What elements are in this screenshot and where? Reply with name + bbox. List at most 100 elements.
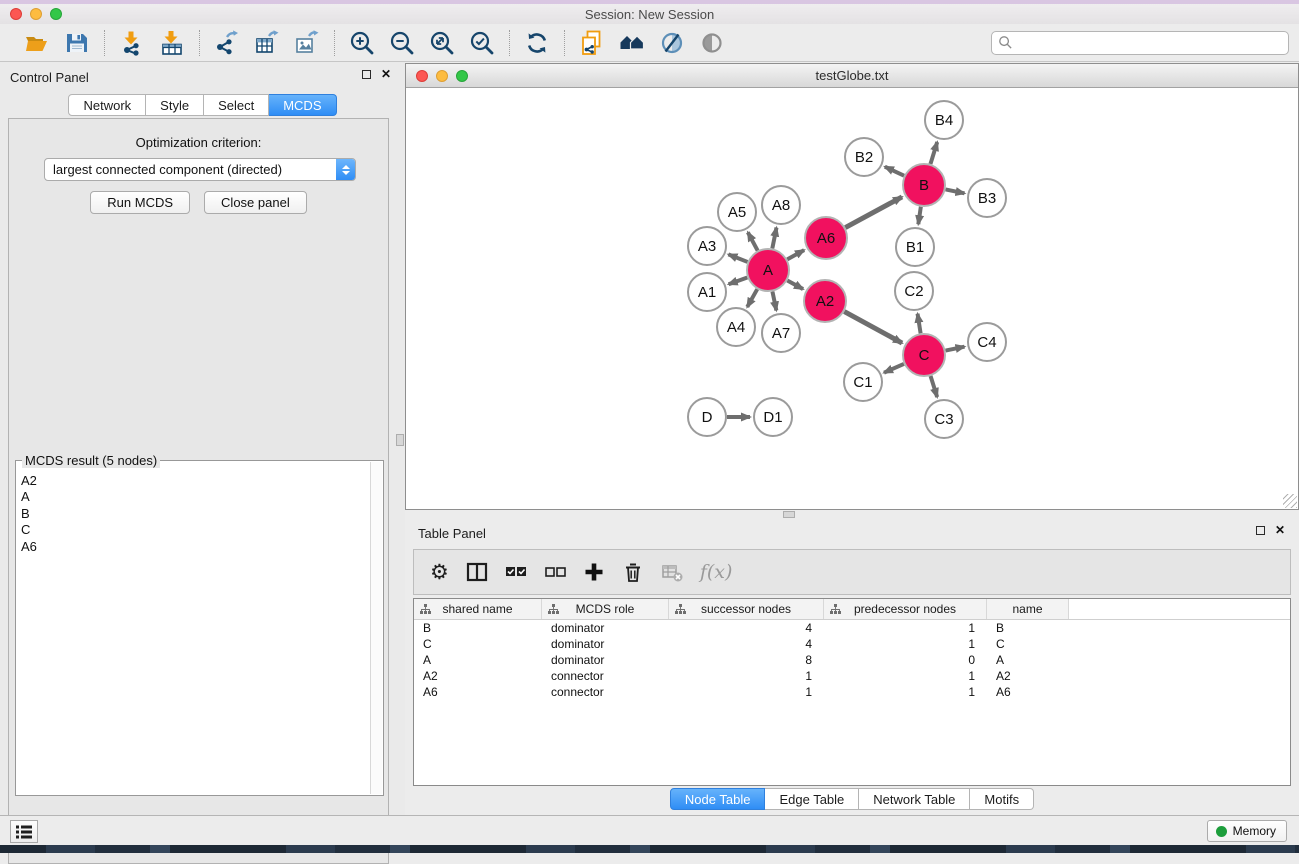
eye-button[interactable] xyxy=(697,28,727,58)
run-mcds-button[interactable]: Run MCDS xyxy=(90,191,190,214)
zoom-selected-button[interactable] xyxy=(467,28,497,58)
edge-A6-B[interactable] xyxy=(845,197,902,228)
edge-C-C1[interactable] xyxy=(884,364,904,373)
refresh-button[interactable] xyxy=(522,28,552,58)
node-C[interactable]: C xyxy=(903,334,945,376)
tab-select[interactable]: Select xyxy=(204,94,269,116)
edge-A2-C[interactable] xyxy=(844,312,902,343)
select-all-button[interactable] xyxy=(505,557,527,587)
toggle-columns-button[interactable] xyxy=(466,557,488,587)
tab-network[interactable]: Network xyxy=(68,94,146,116)
close-panel-button[interactable]: Close panel xyxy=(204,191,307,214)
edge-A-A6[interactable] xyxy=(787,250,804,259)
edge-C-C4[interactable] xyxy=(946,347,965,351)
node-A1[interactable]: A1 xyxy=(688,273,726,311)
result-scrollbar[interactable] xyxy=(370,462,382,794)
tab-style[interactable]: Style xyxy=(146,94,204,116)
edge-A-A5[interactable] xyxy=(748,232,758,250)
result-list-item[interactable]: A xyxy=(18,489,369,505)
float-table-panel-icon[interactable] xyxy=(1256,526,1265,535)
add-row-button[interactable] xyxy=(583,557,605,587)
node-A4[interactable]: A4 xyxy=(717,308,755,346)
node-A3[interactable]: A3 xyxy=(688,227,726,265)
node-D1[interactable]: D1 xyxy=(754,398,792,436)
close-panel-icon[interactable]: ✕ xyxy=(381,70,391,79)
export-network-button[interactable] xyxy=(212,28,242,58)
node-B4[interactable]: B4 xyxy=(925,101,963,139)
show-panels-button[interactable] xyxy=(10,820,38,843)
export-image-button[interactable] xyxy=(292,28,322,58)
column-header-successor-nodes[interactable]: successor nodes xyxy=(669,599,824,619)
node-C4[interactable]: C4 xyxy=(968,323,1006,361)
result-list-item[interactable]: B xyxy=(18,506,369,522)
node-B[interactable]: B xyxy=(903,164,945,206)
delete-row-button[interactable] xyxy=(622,557,644,587)
import-network-button[interactable] xyxy=(117,28,147,58)
node-D[interactable]: D xyxy=(688,398,726,436)
node-A7[interactable]: A7 xyxy=(762,314,800,352)
node-C3[interactable]: C3 xyxy=(925,400,963,438)
tab-edge-table[interactable]: Edge Table xyxy=(765,788,859,810)
column-header-shared-name[interactable]: shared name xyxy=(414,599,542,619)
edge-A-A4[interactable] xyxy=(747,289,757,307)
edge-A-A1[interactable] xyxy=(729,277,748,284)
node-B1[interactable]: B1 xyxy=(896,228,934,266)
memory-button[interactable]: Memory xyxy=(1207,820,1287,842)
tab-node-table[interactable]: Node Table xyxy=(670,788,766,810)
toggle-visibility-button[interactable] xyxy=(657,28,687,58)
column-header-name[interactable]: name xyxy=(987,599,1069,619)
edge-B-B1[interactable] xyxy=(918,207,921,224)
result-list-item[interactable]: A2 xyxy=(18,473,369,489)
column-header-predecessor-nodes[interactable]: predecessor nodes xyxy=(824,599,987,619)
settings-button[interactable]: ⚙ xyxy=(430,557,449,587)
horizontal-splitter-handle[interactable] xyxy=(783,511,795,518)
edge-C-C2[interactable] xyxy=(918,314,921,334)
deselect-all-button[interactable] xyxy=(544,557,566,587)
node-A2[interactable]: A2 xyxy=(804,280,846,322)
criterion-dropdown[interactable]: largest connected component (directed) xyxy=(44,158,356,181)
table-row[interactable]: Cdominator41C xyxy=(414,636,1290,652)
network-canvas[interactable]: A A1 A2 A3 A4 A5 A6 A7 A8 B B1 B2 B3 B4 C C1 C2 C3 C4 D D1 xyxy=(406,88,1298,509)
table-row[interactable]: A6connector11A6 xyxy=(414,684,1290,700)
node-A8[interactable]: A8 xyxy=(762,186,800,224)
zoom-out-button[interactable] xyxy=(387,28,417,58)
edge-B-B4[interactable] xyxy=(930,142,937,164)
edge-C-C3[interactable] xyxy=(931,376,938,397)
function-builder-button[interactable]: f(x) xyxy=(700,557,733,587)
import-table-button[interactable] xyxy=(157,28,187,58)
window-resize-grip[interactable] xyxy=(1283,494,1297,508)
search-input[interactable] xyxy=(991,31,1289,55)
open-file-button[interactable] xyxy=(22,28,52,58)
vertical-splitter-handle[interactable] xyxy=(396,434,404,446)
zoom-in-button[interactable] xyxy=(347,28,377,58)
edge-A-A2[interactable] xyxy=(787,281,803,290)
node-C2[interactable]: C2 xyxy=(895,272,933,310)
save-session-button[interactable] xyxy=(62,28,92,58)
tab-network-table[interactable]: Network Table xyxy=(859,788,970,810)
node-B3[interactable]: B3 xyxy=(968,179,1006,217)
result-list-item[interactable]: A6 xyxy=(18,539,369,555)
home-button[interactable] xyxy=(617,28,647,58)
destroy-table-button[interactable] xyxy=(661,557,683,587)
node-A5[interactable]: A5 xyxy=(718,193,756,231)
edge-B-B3[interactable] xyxy=(946,189,965,193)
edge-B-B2[interactable] xyxy=(885,167,904,176)
result-list-item[interactable]: C xyxy=(18,522,369,538)
node-C1[interactable]: C1 xyxy=(844,363,882,401)
edge-A-A3[interactable] xyxy=(728,254,747,262)
table-row[interactable]: Adominator80A xyxy=(414,652,1290,668)
close-table-panel-icon[interactable]: ✕ xyxy=(1275,526,1285,535)
node-A[interactable]: A xyxy=(747,249,789,291)
tab-mcds[interactable]: MCDS xyxy=(269,94,336,116)
edge-A-A8[interactable] xyxy=(772,228,776,249)
float-panel-icon[interactable] xyxy=(362,70,371,79)
table-row[interactable]: A2connector11A2 xyxy=(414,668,1290,684)
column-header-mcds-role[interactable]: MCDS role xyxy=(542,599,669,619)
node-A6[interactable]: A6 xyxy=(805,217,847,259)
edge-A-A7[interactable] xyxy=(772,292,776,311)
export-table-button[interactable] xyxy=(252,28,282,58)
table-row[interactable]: Bdominator41B xyxy=(414,620,1290,636)
tab-motifs[interactable]: Motifs xyxy=(970,788,1034,810)
network-doc-button[interactable] xyxy=(577,28,607,58)
node-B2[interactable]: B2 xyxy=(845,138,883,176)
